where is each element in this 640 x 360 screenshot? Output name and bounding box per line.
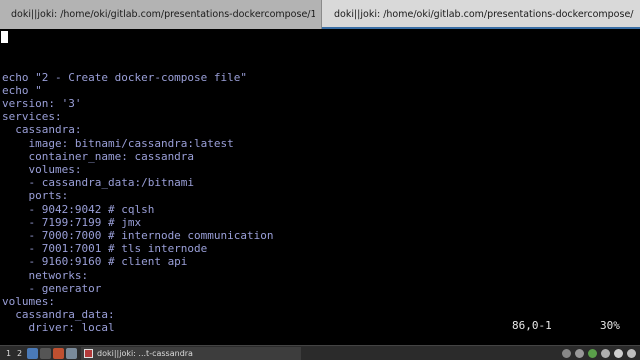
terminal-line: cassandra: [2,123,82,137]
terminal-line: volumes: [2,163,82,176]
network-icon[interactable] [562,349,571,358]
cursor-position-status: 86,0-1 [512,319,552,332]
terminal-line: echo " [2,83,42,97]
terminal-line: cassandra_data: [2,308,115,322]
terminal-window-icon [84,348,93,358]
terminal-line: driver: local [2,321,115,335]
workspace-2-button[interactable]: 2 [14,347,25,360]
terminal-line: image: bitnami/cassandra:latest [2,136,234,150]
terminal-line: volumes: [2,295,55,308]
system-tray [558,347,636,360]
terminal-icon[interactable] [40,347,51,359]
file-manager-icon[interactable] [27,347,38,359]
text-cursor [1,31,8,43]
task-button-terminal[interactable]: doki||joki: ...t-cassandra [81,346,301,360]
terminal-view[interactable]: echo "2 - Create docker-compose file" ech… [0,29,640,345]
clock-icon[interactable] [627,349,636,358]
bluetooth-icon[interactable] [575,349,584,358]
terminal-line: - cassandra_data:/bitnami [2,176,195,190]
task-label: doki||joki: ...t-cassandra [97,348,193,358]
terminal-line: container_name: cassandra [2,149,195,163]
text-editor-icon[interactable] [66,347,77,359]
terminal-line: - 7001:7001 # tls internode [2,242,208,256]
tab-title: doki||joki: /home/oki/gitlab.com/present… [334,9,634,20]
workspace-1-button[interactable]: 1 [3,347,14,360]
battery-icon[interactable] [601,349,610,358]
terminal-line: - 7199:7199 # jmx [2,215,142,229]
terminal-line: - 9042:9042 # cqlsh [2,202,155,216]
terminal-line: echo "2 - Create docker-compose file" [2,70,248,84]
terminal-line: version: '3' [2,97,82,110]
browser-icon[interactable] [53,347,64,359]
terminal-line: services: [2,110,62,124]
volume-icon[interactable] [614,349,623,358]
terminal-line: - 7000:7000 # internode communication [2,229,274,242]
terminal-line: - generator [2,281,102,295]
terminal-line: networks: [2,268,89,282]
scroll-percent-status: 30% [600,319,620,332]
terminal-line: ports: [2,189,69,203]
taskbar: 1 2 doki||joki: ...t-cassandra [0,345,640,360]
terminal-line: - 9160:9160 # client api [2,255,188,269]
tab-bar: doki||joki: /home/oki/gitlab.com/present… [0,0,640,29]
update-icon[interactable] [588,349,597,358]
tab-cassandra-script[interactable]: doki||joki: /home/oki/gitlab.com/present… [322,0,640,29]
tab-postgres-script[interactable]: doki||joki: /home/oki/gitlab.com/present… [0,0,322,29]
tab-title: doki||joki: /home/oki/gitlab.com/present… [11,9,315,20]
